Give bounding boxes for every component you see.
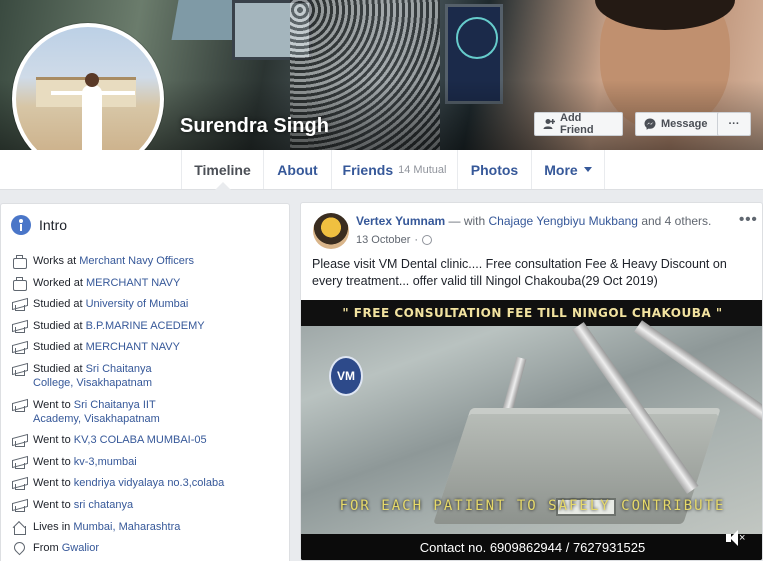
tab-friends-label: Friends	[342, 161, 394, 178]
intro-item-prefix: Works at	[33, 255, 80, 267]
home-icon	[11, 521, 27, 535]
graduation-cap-icon	[11, 320, 27, 333]
post-others-text[interactable]: and 4 others.	[638, 214, 711, 228]
briefcase-icon	[11, 255, 27, 269]
clinic-logo: VM	[329, 356, 363, 396]
add-friend-label: Add Friend	[560, 112, 594, 136]
tab-photos[interactable]: Photos	[457, 150, 531, 189]
mutual-friends-count: 14 Mutual	[398, 163, 447, 176]
messenger-icon	[644, 118, 656, 130]
video-banner-text: " FREE CONSULTATION FEE TILL NINGOL CHAK…	[301, 300, 762, 326]
intro-item-link[interactable]: B.P.MARINE ACEDEMY	[86, 320, 205, 332]
intro-item: Went to KV,3 COLABA MUMBAI-05	[11, 433, 286, 448]
tab-about[interactable]: About	[263, 150, 331, 189]
intro-item-prefix: Worked at	[33, 276, 86, 289]
intro-item-link[interactable]: MERCHANT NAVY	[86, 341, 180, 353]
intro-item-prefix: Went to	[33, 398, 74, 411]
intro-item-link[interactable]: Gwalior	[62, 542, 99, 554]
tab-friends[interactable]: Friends 14 Mutual	[331, 150, 457, 189]
intro-item: Worked at MERCHANT NAVY	[11, 276, 286, 291]
intro-item-link[interactable]: kendriya vidyalaya no.3,colaba	[74, 477, 224, 489]
add-friend-icon	[543, 118, 556, 130]
intro-item-link[interactable]: KV,3 COLABA MUMBAI-05	[74, 434, 207, 446]
intro-item-link[interactable]: sri chatanya	[74, 499, 133, 511]
intro-item-prefix: Studied at	[33, 341, 86, 354]
graduation-cap-icon	[11, 477, 27, 491]
graduation-cap-icon	[11, 298, 27, 312]
video-caption: FOR EACH PATIENT TO SAFELY CONTRIBUTE	[339, 498, 726, 514]
intro-item-prefix: Studied at	[33, 298, 86, 311]
mute-x-glyph: ×	[739, 532, 746, 544]
tab-timeline[interactable]: Timeline	[181, 150, 263, 189]
intro-item-link[interactable]: Merchant Navy Officers	[79, 255, 194, 267]
graduation-cap-icon	[11, 399, 27, 412]
intro-item-prefix: Went to	[33, 477, 74, 490]
post-date[interactable]: 13 October	[356, 234, 410, 246]
post-text: Please visit VM Dental clinic.... Free c…	[312, 257, 727, 288]
intro-title: Intro	[39, 217, 68, 233]
tab-photos-label: Photos	[470, 161, 519, 178]
graduation-cap-icon	[11, 363, 27, 376]
intro-item-prefix: Went to	[33, 455, 74, 468]
intro-item-prefix: Studied at	[33, 319, 86, 332]
tab-timeline-label: Timeline	[194, 161, 251, 178]
add-friend-button[interactable]: Add Friend	[534, 112, 623, 136]
intro-item-prefix: Went to	[33, 434, 74, 447]
post-with-text: — with	[445, 214, 489, 228]
tab-more-label: More	[544, 161, 578, 178]
post-timestamp: 13 October ·	[356, 234, 433, 246]
post-tagged-user[interactable]: Chajage Yengbiyu Mukbang	[489, 214, 638, 228]
post-header: Vertex Yumnam — with Chajage Yengbiyu Mu…	[356, 214, 711, 228]
post-author-name[interactable]: Vertex Yumnam	[356, 214, 445, 228]
avatar-detail	[85, 73, 99, 87]
intro-item-prefix: Went to	[33, 498, 74, 511]
intro-item-prefix: Lives in	[33, 520, 74, 533]
intro-item: Went to kendriya vidyalaya no.3,colaba	[11, 476, 286, 491]
location-pin-icon	[11, 542, 27, 555]
globe-icon[interactable]	[422, 235, 433, 245]
intro-item-link[interactable]: kv-3,mumbai	[74, 456, 137, 468]
info-icon	[11, 215, 31, 235]
intro-item-link[interactable]: MERCHANT NAVY	[86, 277, 180, 289]
intro-item: Studied at Sri Chaitanya College, Visakh…	[11, 362, 286, 390]
more-options-label: ···	[728, 118, 740, 130]
intro-item: Went to kv-3,mumbai	[11, 455, 286, 469]
message-label: Message	[661, 118, 708, 130]
graduation-cap-icon	[11, 499, 27, 512]
post-video[interactable]: " FREE CONSULTATION FEE TILL NINGOL CHAK…	[301, 300, 762, 560]
mute-icon[interactable]: ×	[726, 530, 746, 546]
post-card: Vertex Yumnam — with Chajage Yengbiyu Mu…	[300, 202, 763, 561]
tab-more[interactable]: More	[531, 150, 605, 189]
intro-item-prefix: Studied at	[33, 362, 86, 375]
graduation-cap-icon	[11, 434, 27, 448]
intro-card: Intro Works at Merchant Navy Officers Wo…	[0, 203, 290, 561]
intro-item: Lives in Mumbai, Maharashtra	[11, 520, 286, 535]
briefcase-icon	[11, 276, 27, 291]
tab-about-label: About	[277, 161, 318, 178]
more-options-button[interactable]: ···	[717, 112, 751, 136]
intro-item: Studied at University of Mumbai	[11, 297, 286, 312]
message-button[interactable]: Message	[635, 112, 719, 136]
intro-item-link[interactable]: Mumbai, Maharashtra	[73, 521, 180, 533]
intro-item: Studied at MERCHANT NAVY	[11, 340, 286, 355]
post-date-separator: ·	[414, 234, 419, 246]
intro-header: Intro	[11, 214, 67, 236]
video-contact-text: Contact no. 6909862944 / 7627931525	[301, 534, 762, 560]
intro-item-link[interactable]: University of Mumbai	[86, 298, 189, 310]
graduation-cap-icon	[11, 456, 27, 469]
profile-nav: Timeline About Friends 14 Mutual Photos …	[0, 150, 763, 190]
intro-item: Studied at B.P.MARINE ACEDEMY	[11, 319, 286, 333]
intro-item: From Gwalior	[11, 541, 286, 555]
graduation-cap-icon	[11, 341, 27, 355]
intro-item: Works at Merchant Navy Officers	[11, 254, 286, 269]
intro-item-prefix: From	[33, 542, 62, 555]
intro-item: Went to sri chatanya	[11, 498, 286, 512]
post-options-button[interactable]: •••	[739, 211, 758, 228]
profile-name[interactable]: Surendra Singh	[180, 115, 329, 138]
chevron-down-icon	[583, 167, 592, 172]
post-author-avatar[interactable]	[313, 213, 349, 249]
intro-item: Went to Sri Chaitanya IIT Academy, Visak…	[11, 398, 286, 426]
intro-list: Works at Merchant Navy Officers Worked a…	[11, 254, 286, 561]
